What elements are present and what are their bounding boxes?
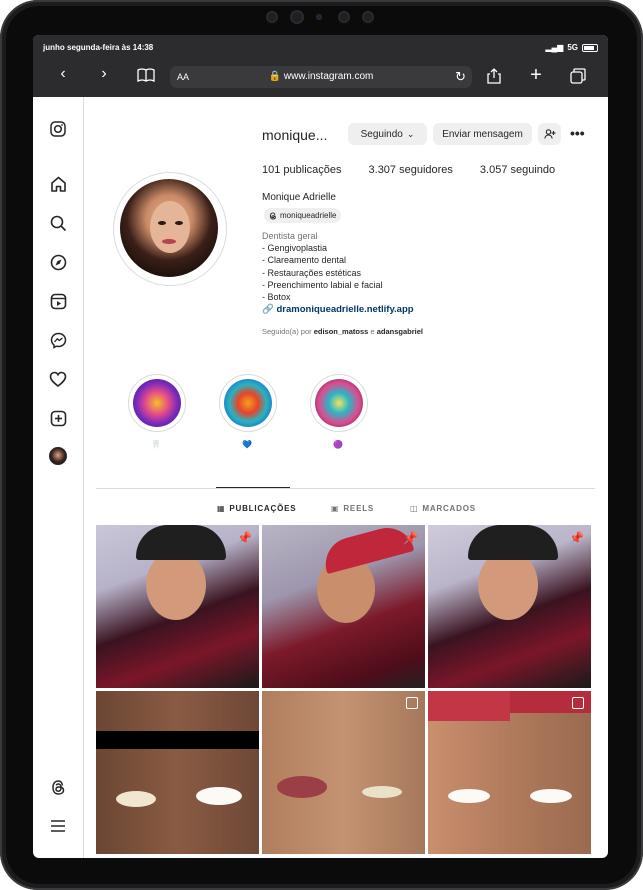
following-button-label: Seguindo [360, 128, 403, 140]
bookmarks-icon[interactable] [136, 68, 156, 87]
front-camera [290, 10, 304, 24]
messenger-icon[interactable] [48, 330, 68, 350]
threads-badge[interactable]: moniqueadrielle [264, 208, 342, 223]
post-thumbnail[interactable] [428, 691, 591, 854]
sidebar [33, 97, 84, 858]
bio-line: - Restaurações estéticas [262, 267, 362, 278]
bio-line: - Clareamento dental [262, 255, 347, 266]
more-menu-icon[interactable] [48, 816, 68, 836]
home-icon[interactable] [48, 174, 68, 194]
more-options-icon[interactable]: ••• [570, 125, 585, 141]
story-highlight[interactable] [128, 374, 186, 432]
grid-icon: ▦ [217, 504, 226, 513]
followers-count[interactable]: 3.307 seguidores [369, 164, 453, 176]
post-thumbnail[interactable]: 📌 [428, 525, 591, 688]
search-icon[interactable] [48, 213, 68, 233]
new-tab-icon[interactable]: + [526, 64, 546, 87]
heart-icon[interactable] [48, 369, 68, 389]
tagged-icon: ◫ [410, 504, 419, 513]
battery-icon [582, 43, 598, 52]
forward-button[interactable]: › [94, 65, 114, 83]
send-message-button[interactable]: Enviar mensagem [433, 123, 532, 145]
profile-username: monique... [262, 127, 328, 143]
pin-icon: 📌 [569, 531, 584, 545]
tab-tagged[interactable]: ◫ MARCADOS [410, 504, 476, 513]
pin-icon: 📌 [403, 531, 418, 545]
threads-icon[interactable] [48, 777, 68, 797]
front-sensor [266, 11, 278, 23]
safari-toolbar: junho segunda-feira às 14:38 ▂▄▆ 5G ‹ › … [33, 35, 608, 97]
highlight-label: 💙 [242, 440, 252, 449]
following-count[interactable]: 3.057 seguindo [480, 164, 555, 176]
website-url: dramoniqueadrielle.netlify.app [276, 304, 414, 315]
profile-avatar[interactable] [120, 179, 218, 277]
profile-avatar-icon[interactable] [48, 446, 68, 466]
tab-tagged-label: MARCADOS [422, 504, 476, 513]
add-person-icon[interactable] [538, 123, 561, 145]
bio-line: - Gengivoplastia [262, 243, 328, 254]
profile-stats: 101 publicações 3.307 seguidores 3.057 s… [262, 164, 555, 176]
followed-by[interactable]: Seguido(a) por edison_matoss e adansgabr… [262, 327, 423, 336]
back-button[interactable]: ‹ [53, 65, 73, 83]
front-sensor-2 [338, 11, 350, 23]
story-highlight[interactable] [219, 374, 277, 432]
following-button[interactable]: Seguindo ⌄ [348, 123, 427, 145]
chevron-down-icon: ⌄ [406, 128, 415, 139]
tabs-icon[interactable] [568, 68, 588, 89]
tab-posts-label: PUBLICAÇÕES [229, 504, 297, 513]
status-indicators: ▂▄▆ 5G [545, 43, 598, 52]
status-time: junho segunda-feira às 14:38 [43, 43, 154, 52]
highlight-label: 🟣 [333, 440, 343, 449]
create-icon[interactable] [48, 408, 68, 428]
threads-small-icon [269, 211, 276, 220]
tabs-divider [96, 488, 595, 489]
tab-reels[interactable]: ▣ REELS [331, 504, 374, 513]
front-sensor-3 [362, 11, 374, 23]
followed-by-user: adansgabriel [376, 327, 423, 336]
instagram-logo-icon[interactable] [48, 119, 68, 139]
post-thumbnail[interactable] [262, 691, 425, 854]
network-label: 5G [567, 43, 578, 52]
post-thumbnail[interactable]: 📌 [96, 525, 259, 688]
followed-by-prefix: Seguido(a) por [262, 327, 312, 336]
post-thumbnail[interactable]: 📌 [262, 525, 425, 688]
explore-icon[interactable] [48, 252, 68, 272]
screen: junho segunda-feira às 14:38 ▂▄▆ 5G ‹ › … [33, 35, 608, 858]
active-tab-indicator [216, 487, 290, 488]
posts-count[interactable]: 101 publicações [262, 164, 342, 176]
tab-posts[interactable]: ▦ PUBLICAÇÕES [217, 504, 296, 513]
profile-website-link[interactable]: 🔗 dramoniqueadrielle.netlify.app [262, 304, 414, 315]
url-text: www.instagram.com [283, 71, 374, 82]
bio-line: - Preenchimento labial e facial [262, 279, 383, 290]
profile-full-name: Monique Adrielle [262, 192, 336, 203]
bio-line: - Botox [262, 292, 291, 303]
highlight-label: 🦷 [151, 440, 161, 449]
profile-category: Dentista geral [262, 231, 318, 241]
followed-by-separator: e [370, 327, 375, 336]
tab-reels-label: REELS [343, 504, 375, 513]
profile-bio: Dentista geral - Gengivoplastia - Clarea… [262, 230, 383, 303]
pin-icon: 📌 [237, 531, 252, 545]
post-thumbnail[interactable] [96, 691, 259, 854]
link-icon: 🔗 [262, 304, 274, 315]
share-icon[interactable] [484, 68, 504, 89]
carousel-icon [572, 697, 584, 709]
address-bar[interactable]: AA 🔒 www.instagram.com ↻ [170, 66, 472, 88]
followed-by-user: edison_matoss [313, 327, 369, 336]
story-highlight[interactable] [310, 374, 368, 432]
reels-icon[interactable] [48, 291, 68, 311]
threads-handle: moniqueadrielle [280, 211, 337, 220]
lock-icon: 🔒 [268, 71, 282, 82]
carousel-icon [406, 697, 418, 709]
camera-indicator [316, 14, 322, 20]
reload-icon[interactable]: ↻ [455, 69, 466, 85]
reels-small-icon: ▣ [331, 504, 340, 513]
signal-icon: ▂▄▆ [545, 43, 564, 52]
